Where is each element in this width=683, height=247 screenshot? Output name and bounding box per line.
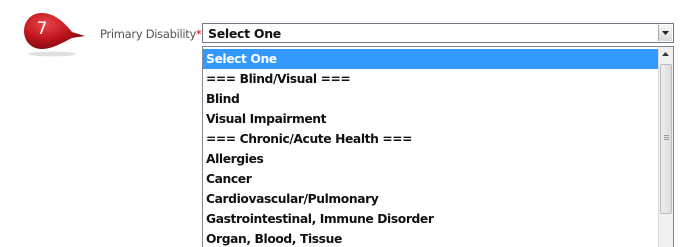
scroll-up-button[interactable] — [659, 47, 673, 62]
select-current-value: Select One — [208, 26, 281, 41]
scroll-grip-icon — [664, 135, 669, 136]
option-organ-blood-tissue[interactable]: Organ, Blood, Tissue — [203, 229, 659, 247]
primary-disability-select[interactable]: Select One — [202, 23, 674, 43]
options-scrollbar[interactable] — [658, 47, 673, 247]
option-allergies[interactable]: Allergies — [203, 149, 659, 169]
option-gastrointestinal-immune-disorder[interactable]: Gastrointestinal, Immune Disorder — [203, 209, 659, 229]
option-blind[interactable]: Blind — [203, 89, 659, 109]
select-dropdown-button[interactable] — [658, 25, 672, 41]
option-select-one[interactable]: Select One — [203, 49, 659, 69]
option-chronic-acute-health-header[interactable]: === Chronic/Acute Health === — [203, 129, 659, 149]
option-blind-visual-header[interactable]: === Blind/Visual === — [203, 69, 659, 89]
option-cardiovascular-pulmonary[interactable]: Cardiovascular/Pulmonary — [203, 189, 659, 209]
option-cancer[interactable]: Cancer — [203, 169, 659, 189]
field-label-text: Primary Disability — [100, 27, 196, 41]
chevron-up-icon — [662, 52, 669, 56]
step-number: 7 — [36, 19, 48, 39]
option-visual-impairment[interactable]: Visual Impairment — [203, 109, 659, 129]
primary-disability-label: Primary Disability*: — [100, 27, 205, 41]
chevron-down-icon — [662, 31, 669, 35]
step-badge: 7 — [22, 10, 86, 58]
scroll-thumb[interactable] — [660, 64, 672, 214]
primary-disability-options-list[interactable]: Select One === Blind/Visual === Blind Vi… — [202, 46, 674, 247]
